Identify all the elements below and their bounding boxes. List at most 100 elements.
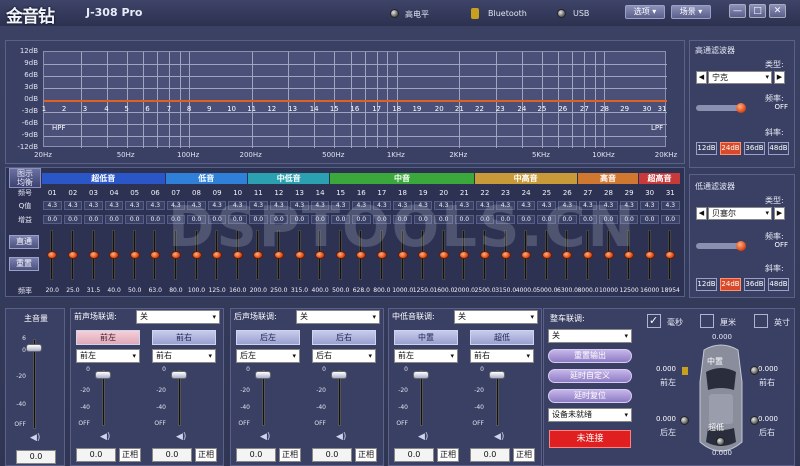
band-marker[interactable]: 13 — [288, 105, 297, 113]
band-marker[interactable]: 29 — [620, 105, 629, 113]
q-value[interactable]: 4.3 — [146, 201, 165, 210]
gain-value[interactable]: 0.0 — [537, 215, 556, 224]
inch-checkbox[interactable] — [754, 314, 768, 328]
master-volume-knob[interactable] — [26, 344, 42, 352]
band-frequency[interactable]: 2000.0 — [454, 287, 475, 294]
band-frequency[interactable]: 31.5 — [83, 287, 104, 294]
front-ch2-button[interactable]: 前右 — [152, 330, 216, 345]
gain-value[interactable]: 0.0 — [249, 215, 268, 224]
gain-value[interactable]: 0.0 — [43, 215, 62, 224]
maximize-icon[interactable]: □ — [749, 4, 766, 18]
hpf-type-next-button[interactable]: ▶ — [774, 71, 785, 84]
hpf_panel-slope-36dB-button[interactable]: 36dB — [744, 142, 765, 155]
q-value[interactable]: 4.3 — [63, 201, 83, 210]
sub-ch2-button[interactable]: 超低 — [470, 330, 534, 345]
lpf-type-next-button[interactable]: ▶ — [774, 207, 785, 220]
band-frequency[interactable]: 16000 — [639, 287, 660, 294]
q-value[interactable]: 4.3 — [599, 201, 618, 210]
bypass-button[interactable]: 直通 — [9, 235, 39, 249]
band-gain-knob[interactable] — [253, 251, 264, 259]
band-frequency[interactable]: 500.0 — [330, 287, 351, 294]
band-gain-knob[interactable] — [67, 251, 78, 259]
gain-value[interactable]: 0.0 — [599, 215, 618, 224]
band-gain-knob[interactable] — [47, 251, 58, 259]
q-value[interactable]: 4.3 — [104, 201, 124, 210]
gain-value[interactable]: 0.0 — [393, 215, 412, 224]
band-marker[interactable]: 10 — [227, 105, 236, 113]
band-frequency[interactable]: 18954 — [660, 287, 681, 294]
band-gain-knob[interactable] — [109, 251, 120, 259]
q-value[interactable]: 4.3 — [43, 201, 62, 210]
front-ch2-volume-knob[interactable] — [171, 371, 187, 379]
sub-ch2-volume-value[interactable]: 0.0 — [470, 448, 510, 462]
band-marker[interactable]: 19 — [412, 105, 421, 113]
band-gain-knob[interactable] — [129, 251, 140, 259]
reset-eq-button[interactable]: 重置 — [9, 257, 39, 271]
gain-value[interactable]: 0.0 — [475, 215, 495, 224]
band-frequency[interactable]: 10000 — [598, 287, 619, 294]
band-frequency[interactable]: 315.0 — [289, 287, 310, 294]
band-marker[interactable]: 6 — [145, 105, 149, 113]
band-gain-knob[interactable] — [376, 251, 387, 259]
q-value[interactable]: 4.3 — [496, 201, 515, 210]
band-marker[interactable]: 7 — [167, 105, 171, 113]
gain-value[interactable]: 0.0 — [455, 215, 474, 224]
rear-ch1-volume-knob[interactable] — [255, 371, 271, 379]
q-value[interactable]: 4.3 — [331, 201, 350, 210]
front-ch2-phase-button[interactable]: 正相 — [195, 448, 217, 462]
front-output-select-1[interactable]: 前左 ▾ — [76, 349, 140, 363]
band-gain-knob[interactable] — [541, 251, 552, 259]
band-gain-knob[interactable] — [397, 251, 408, 259]
band-gain-knob[interactable] — [500, 251, 511, 259]
band-marker[interactable]: 5 — [124, 105, 128, 113]
minimize-icon[interactable]: — — [729, 4, 746, 18]
band-frequency[interactable]: 160.0 — [227, 287, 248, 294]
gain-value[interactable]: 0.0 — [187, 215, 206, 224]
band-gain-knob[interactable] — [315, 251, 326, 259]
q-value[interactable]: 4.3 — [393, 201, 412, 210]
q-value[interactable]: 4.3 — [434, 201, 453, 210]
band-frequency[interactable]: 63.0 — [145, 287, 166, 294]
band-frequency[interactable]: 100.0 — [186, 287, 207, 294]
band-marker[interactable]: 3 — [83, 105, 87, 113]
hpf-freq-knob[interactable] — [736, 103, 746, 113]
plot-area[interactable]: 1 2 3 4 5 6 7 8 9 10 11 12 13 14 15 16 17 18 19 20 21 22 23 24 2… — [42, 51, 667, 148]
lpf_panel-slope-36dB-button[interactable]: 36dB — [744, 278, 765, 291]
q-value[interactable]: 4.3 — [640, 201, 659, 210]
band-gain-knob[interactable] — [335, 251, 346, 259]
gain-value[interactable]: 0.0 — [640, 215, 659, 224]
band-frequency[interactable]: 8000.0 — [578, 287, 599, 294]
rear-ch1-phase-button[interactable]: 正相 — [279, 448, 301, 462]
band-marker[interactable]: 27 — [580, 105, 589, 113]
band-frequency[interactable]: 250.0 — [269, 287, 290, 294]
band-gain-knob[interactable] — [479, 251, 490, 259]
band-marker[interactable]: 21 — [455, 105, 464, 113]
lpf_panel-slope-24dB-button[interactable]: 24dB — [720, 278, 741, 291]
sub-ch1-phase-button[interactable]: 正相 — [437, 448, 459, 462]
q-value[interactable]: 4.3 — [269, 201, 289, 210]
band-frequency[interactable]: 6300.0 — [557, 287, 578, 294]
q-value[interactable]: 4.3 — [166, 201, 186, 210]
graphic-eq-label[interactable]: 图示 均衡 — [9, 168, 41, 188]
lpf_panel-slope-12dB-button[interactable]: 12dB — [696, 278, 717, 291]
band-marker[interactable]: 22 — [475, 105, 484, 113]
band-marker[interactable]: 26 — [558, 105, 567, 113]
band-frequency[interactable]: 3150.0 — [495, 287, 516, 294]
rear-ch1-button[interactable]: 后左 — [236, 330, 300, 345]
delay-reset-button[interactable]: 延时复位 — [548, 389, 632, 403]
band-frequency[interactable]: 12500 — [619, 287, 640, 294]
rear-ch2-button[interactable]: 后右 — [312, 330, 376, 345]
band-marker[interactable]: 24 — [517, 105, 526, 113]
sub-ch1-volume-knob[interactable] — [413, 371, 429, 379]
band-marker[interactable]: 23 — [496, 105, 505, 113]
connect-button[interactable]: 未连接 — [549, 430, 631, 448]
q-value[interactable]: 4.3 — [249, 201, 268, 210]
rear-ch2-volume-knob[interactable] — [331, 371, 347, 379]
band-marker[interactable]: 15 — [330, 105, 339, 113]
front-ch1-phase-button[interactable]: 正相 — [119, 448, 141, 462]
band-marker[interactable]: 25 — [538, 105, 547, 113]
options-menu-button[interactable]: 选项 ▾ — [625, 5, 665, 19]
cm-checkbox[interactable] — [700, 314, 714, 328]
reset-output-button[interactable]: 重置输出 — [548, 349, 632, 363]
hpf-type-prev-button[interactable]: ◀ — [696, 71, 707, 84]
